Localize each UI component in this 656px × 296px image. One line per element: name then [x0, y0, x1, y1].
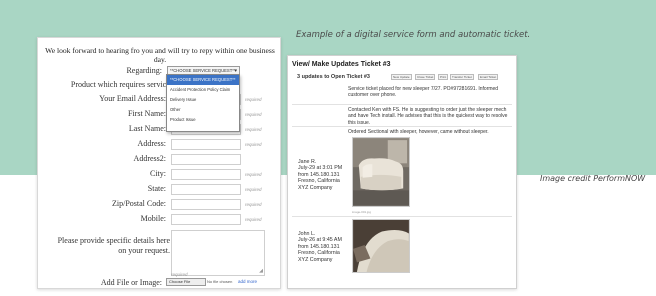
required-note: required	[245, 142, 262, 147]
required-note: required	[245, 172, 262, 177]
field-row-mobile: Mobile: required	[38, 214, 282, 226]
field-row-last-name: Last Name: required	[38, 124, 282, 136]
add-more-link[interactable]: add more	[238, 279, 257, 284]
update-author: Jane R. July-29 at 3:01 PM from 145.180.…	[298, 159, 343, 191]
field-label-last-name: Last Name:	[128, 124, 166, 133]
required-note: required	[245, 187, 262, 192]
regarding-select-value: **CHOOSE SERVICE REQUEST**	[170, 68, 236, 73]
choose-file-button[interactable]: Choose File	[166, 278, 206, 286]
update-author: John L. July-26 at 9:45 AM from 145.180.…	[298, 231, 342, 263]
required-note: required	[245, 217, 262, 222]
ticket-update-row: John L. July-26 at 9:45 AM from 145.180.…	[292, 217, 512, 288]
new-update-button[interactable]: New Update	[391, 74, 412, 80]
close-ticket-button[interactable]: Close Ticket	[415, 74, 436, 80]
update-text: Ordered Sectional with sleeper, however,…	[348, 129, 489, 135]
field-label-first-name: First Name:	[128, 109, 166, 118]
ticket-subtitle: 3 updates to Open Ticket #3	[297, 74, 370, 80]
field-row-address: Address: required	[38, 139, 282, 151]
field-label-mobile: Mobile:	[140, 214, 166, 223]
ticket-panel: View/ Make Updates Ticket #3 3 updates t…	[287, 55, 517, 289]
service-request-form: We look forward to hearing fro you and w…	[37, 37, 281, 289]
update-text: Contacted Ken with FS. He is suggesting …	[348, 107, 508, 126]
figure-caption: Example of a digital service form and au…	[296, 30, 531, 40]
field-row-city: City: required	[38, 169, 282, 181]
transfer-ticket-button[interactable]: Transfer Ticket	[450, 74, 474, 80]
regarding-dropdown[interactable]: **CHOOSE SERVICE REQUEST** Accident Prot…	[166, 74, 240, 132]
field-label-city: City:	[149, 169, 166, 178]
update-text: Service ticket placed for new sleeper 7/…	[348, 86, 499, 99]
field-label-address2: Address2:	[133, 154, 166, 163]
field-label-file: Add File or Image:	[100, 278, 162, 287]
field-label-zip: Zip/Postal Code:	[112, 199, 166, 208]
ticket-update-row: Ordered Sectional with sleeper, however,…	[292, 127, 512, 217]
address-field[interactable]	[171, 139, 241, 150]
dropdown-option[interactable]: Product Issue	[167, 115, 239, 125]
file-status: No file chosen	[207, 279, 233, 284]
dropdown-option[interactable]: Delivery Issue	[167, 95, 239, 105]
regarding-row: Regarding: **CHOOSE SERVICE REQUEST** ▾	[38, 66, 282, 78]
regarding-label: Regarding:	[126, 66, 162, 75]
zip-field[interactable]	[171, 199, 241, 210]
ticket-title: View/ Make Updates Ticket #3	[292, 61, 391, 68]
photo-caption: image-001.jpg	[352, 210, 372, 214]
field-label-address: Address:	[137, 139, 166, 148]
required-note: required	[245, 127, 262, 132]
details-textarea[interactable]: ◢	[171, 230, 265, 276]
sofa-photo[interactable]	[352, 137, 410, 207]
field-row-first-name: First Name: required	[38, 109, 282, 121]
dropdown-option[interactable]: Other	[167, 105, 239, 115]
email-ticket-button[interactable]: Email Ticket	[478, 74, 499, 80]
field-row-zip: Zip/Postal Code: required	[38, 199, 282, 211]
field-row-email: Your Email Address: required	[38, 94, 282, 106]
mobile-field[interactable]	[171, 214, 241, 225]
city-field[interactable]	[171, 169, 241, 180]
field-label-state: State:	[147, 184, 166, 193]
state-field[interactable]	[171, 184, 241, 195]
ticket-update-row: Service ticket placed for new sleeper 7/…	[292, 83, 512, 105]
dropdown-option[interactable]: Accident Protection Policy Claim	[167, 85, 239, 95]
address2-field[interactable]	[171, 154, 241, 165]
print-button[interactable]: Print	[438, 74, 449, 80]
ticket-update-row: Contacted Ken with FS. He is suggesting …	[292, 105, 512, 127]
dropdown-option[interactable]: **CHOOSE SERVICE REQUEST**	[167, 75, 239, 85]
field-row-state: State: required	[38, 184, 282, 196]
field-label-product: Product which requires service:	[70, 80, 172, 89]
required-note: required	[245, 112, 262, 117]
form-intro-text: We look forward to hearing fro you and w…	[45, 46, 275, 64]
required-note: required	[171, 272, 188, 277]
required-note: required	[245, 97, 262, 102]
field-label-email: Your Email Address:	[99, 94, 166, 103]
required-note: required	[245, 202, 262, 207]
sofa-closeup-photo[interactable]	[352, 219, 410, 273]
field-row-address2: Address2:	[38, 154, 282, 166]
field-row-product: Product which requires service:	[38, 80, 282, 92]
image-credit: Image credit PerformNOW	[540, 174, 646, 183]
field-row-file: Add File or Image: Choose File No file c…	[38, 278, 282, 290]
field-label-details: Please provide specific details here on …	[57, 236, 170, 255]
